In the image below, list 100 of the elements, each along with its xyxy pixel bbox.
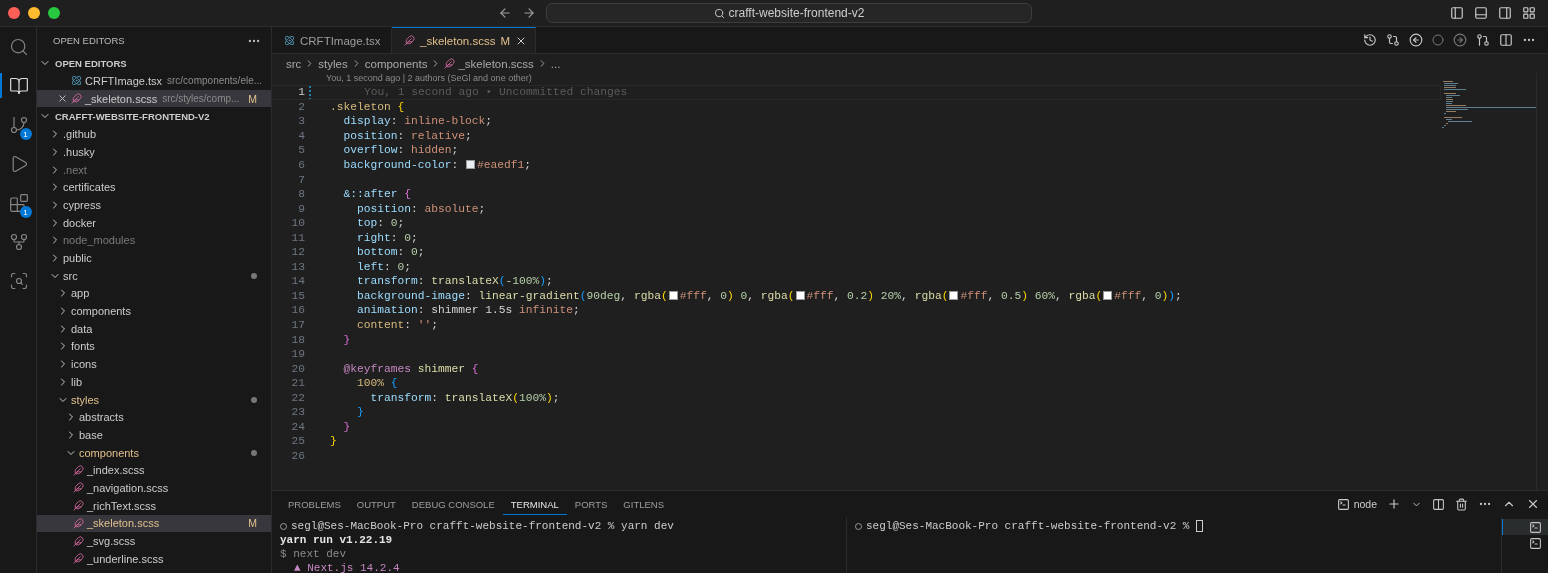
file-item[interactable]: _underline.scss <box>37 549 271 568</box>
file-name: node_modules <box>63 234 136 247</box>
folder-item[interactable]: src <box>37 266 271 285</box>
folder-item[interactable]: components <box>37 302 271 320</box>
sidebar-toggle-icon[interactable] <box>1450 6 1464 20</box>
scss-file-icon <box>73 535 84 547</box>
source-control-icon <box>9 114 29 135</box>
breadcrumb-item[interactable]: src <box>286 57 302 70</box>
activity-item[interactable]: 1 <box>0 112 37 137</box>
code-line: left: 0; <box>356 260 412 273</box>
folder-item[interactable]: fonts <box>37 337 271 356</box>
previous-change-icon[interactable] <box>1409 33 1423 47</box>
terminal-profile[interactable]: node <box>1336 497 1377 511</box>
commit-icon[interactable] <box>1432 34 1444 46</box>
code-line: } <box>342 333 351 346</box>
inspect-icon <box>9 270 29 291</box>
panel-tab[interactable]: TERMINAL <box>502 493 567 515</box>
line-number: 7 <box>297 173 305 186</box>
trash-icon[interactable] <box>1455 497 1468 511</box>
file-item[interactable]: _skeleton.scss M <box>37 514 271 533</box>
open-editor-item[interactable]: _skeleton.scss src/styles/comp... M <box>37 89 271 108</box>
folder-item[interactable]: styles <box>37 390 271 409</box>
next-change-icon[interactable] <box>1453 33 1467 47</box>
compare-icon[interactable] <box>1386 33 1400 47</box>
folder-item[interactable]: .github <box>37 125 271 144</box>
split-terminal-icon[interactable] <box>1432 497 1445 511</box>
editor-tab[interactable]: _skeleton.scss M <box>392 27 537 53</box>
folder-item[interactable]: .husky <box>37 143 271 161</box>
split-editor-icon[interactable] <box>1499 33 1513 47</box>
breadcrumb-item[interactable]: components <box>364 57 428 70</box>
forward-arrow-icon[interactable] <box>522 6 536 20</box>
panel-tab[interactable]: PROBLEMS <box>280 493 349 515</box>
activity-item[interactable]: 1 <box>0 190 37 215</box>
code-line: You, 1 second ago • Uncommitted changes <box>363 86 628 99</box>
breadcrumb-item[interactable]: styles <box>318 57 348 70</box>
folder-item[interactable]: cypress <box>37 196 271 214</box>
open-editor-item[interactable]: CRFTImage.tsx src/components/ele... <box>37 72 271 90</box>
line-number: 26 <box>290 449 305 462</box>
command-search-field[interactable]: crafft-website-frontend-v2 <box>546 3 1032 23</box>
file-item[interactable]: _svg.scss <box>37 532 271 550</box>
file-name: CRFTImage.tsx <box>85 74 162 87</box>
panel-tab[interactable]: DEBUG CONSOLE <box>403 493 503 515</box>
folder-item[interactable]: app <box>37 284 271 303</box>
folder-item[interactable]: public <box>37 249 271 267</box>
terminal-list-item[interactable] <box>1502 519 1548 535</box>
breadcrumb-item[interactable]: _skeleton.scss <box>458 57 534 70</box>
history-icon[interactable] <box>1363 33 1377 47</box>
file-name: _underline.scss <box>87 552 164 565</box>
line-number: 21 <box>290 377 305 390</box>
folder-item[interactable]: data <box>37 319 271 338</box>
layout-icon[interactable] <box>1522 6 1536 20</box>
codelens-text[interactable]: You, 1 second ago | 2 authors (SeGl and one other) <box>272 73 1441 85</box>
branch-icon[interactable] <box>1476 33 1490 47</box>
breadcrumb-item[interactable]: ... <box>550 57 561 70</box>
file-name: abstracts <box>79 411 124 424</box>
maximize-window-button[interactable] <box>48 7 60 19</box>
file-item[interactable]: _index.scss <box>37 461 271 480</box>
code-line: content: ''; <box>356 319 439 331</box>
panel-tab[interactable]: GITLENS <box>615 493 672 515</box>
terminal-text: $ next dev <box>280 548 346 560</box>
line-number: 22 <box>290 391 305 404</box>
file-name: src <box>63 269 78 282</box>
open-editors-header[interactable]: OPEN EDITORS <box>37 54 271 72</box>
folder-item[interactable]: certificates <box>37 178 271 197</box>
code-line: position: absolute; <box>356 202 486 215</box>
file-name: certificates <box>63 181 116 194</box>
line-number: 11 <box>290 231 305 244</box>
close-icon[interactable] <box>1526 497 1540 511</box>
explorer-header[interactable]: CRAFFT-WEBSITE-FRONTEND-V2 <box>37 107 271 126</box>
new-terminal-icon[interactable] <box>1387 497 1401 511</box>
folder-item[interactable]: base <box>37 426 271 444</box>
folder-item[interactable]: abstracts <box>37 408 271 427</box>
folder-item[interactable]: components <box>37 443 271 462</box>
line-number: 6 <box>297 159 305 171</box>
file-name: _skeleton.scss <box>87 517 160 530</box>
folder-item[interactable]: icons <box>37 355 271 373</box>
file-item[interactable]: _richText.scss <box>37 496 271 515</box>
file-item[interactable]: _navigation.scss <box>37 479 271 497</box>
terminal-text: ▲ Next.js 14.2.4 <box>294 562 400 573</box>
code-line: overflow: hidden; <box>342 144 459 157</box>
panel-tab[interactable]: OUTPUT <box>348 493 404 515</box>
code-line: background-color: #eaedf1; <box>342 159 532 171</box>
file-name: _navigation.scss <box>87 481 169 494</box>
line-number: 19 <box>290 348 305 361</box>
code-line: transform: translateX(100%); <box>369 391 560 404</box>
panel-tab[interactable]: PORTS <box>566 493 616 515</box>
secondary-sidebar-icon[interactable] <box>1498 6 1512 20</box>
line-number: 25 <box>290 435 305 448</box>
folder-item[interactable]: lib <box>37 373 271 391</box>
code-line: animation: shimmer 1.5s infinite; <box>356 304 580 317</box>
close-icon[interactable] <box>57 93 68 105</box>
close-window-button[interactable] <box>8 7 20 19</box>
file-name: components <box>79 446 139 459</box>
panel-toggle-icon[interactable] <box>1474 6 1488 20</box>
minimize-window-button[interactable] <box>28 7 40 19</box>
folder-item[interactable]: node_modules <box>37 231 271 250</box>
folder-item[interactable]: docker <box>37 213 271 232</box>
tab-label: CRFTImage.tsx <box>300 34 381 47</box>
folder-item[interactable]: .next <box>37 160 271 179</box>
line-number: 2 <box>297 100 305 113</box>
